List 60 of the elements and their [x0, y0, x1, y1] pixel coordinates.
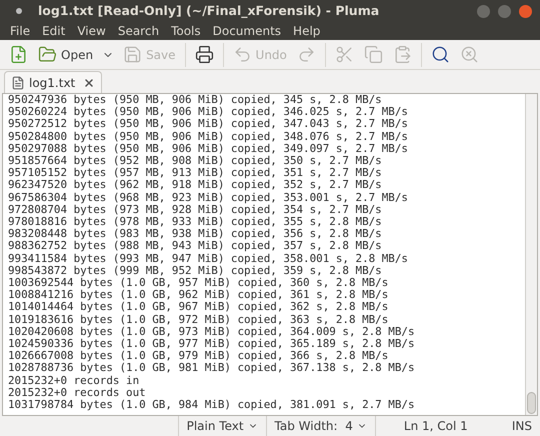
- folder-icon: [38, 45, 57, 64]
- document-icon: [11, 76, 25, 90]
- text-line: 988362752 bytes (988 MB, 943 MiB) copied, 357 s, 2.8 MB/s: [8, 240, 383, 253]
- language-selector[interactable]: Plain Text: [178, 416, 266, 436]
- undo-icon: [232, 45, 252, 64]
- new-file-icon: [9, 45, 28, 64]
- close-icon[interactable]: [83, 76, 96, 88]
- text-line: 1003692544 bytes (1.0 GB, 957 MiB) copied, 360 s, 2.8 MB/s: [8, 277, 390, 290]
- text-line: 972808704 bytes (973 MB, 928 MiB) copied, 354 s, 2.7 MB/s: [8, 204, 383, 216]
- text-line: 967586304 bytes (968 MB, 923 MiB) copied, 353.001 s, 2.7 MB/s: [8, 192, 409, 204]
- maximize-button[interactable]: [498, 4, 511, 18]
- text-line: 998543872 bytes (999 MB, 952 MiB) copied, 359 s, 2.8 MB/s: [8, 264, 383, 278]
- menu-item[interactable]: View: [71, 22, 112, 40]
- text-line: 962347520 bytes (962 MB, 918 MiB) copied, 352 s, 2.7 MB/s: [8, 179, 383, 192]
- menu-item[interactable]: Edit: [36, 22, 72, 40]
- paste-icon: [392, 45, 412, 64]
- text-line: 950297088 bytes (950 MB, 906 MiB) copied, 349.097 s, 2.7 MB/s: [8, 142, 409, 156]
- text-line: 993411584 bytes (993 MB, 947 MiB) copied, 358.001 s, 2.8 MB/s: [8, 252, 409, 265]
- printer-icon: [194, 45, 214, 64]
- text-line: 1026667008 bytes (1.0 GB, 979 MiB) copied, 366 s, 2.8 MB/s: [8, 350, 390, 362]
- text-line: 978018816 bytes (978 MB, 933 MiB) copied, 355 s, 2.8 MB/s: [8, 216, 383, 228]
- text-line: 950260224 bytes (950 MB, 906 MiB) copied, 346.025 s, 2.7 MB/s: [8, 106, 409, 118]
- menu-item[interactable]: Search: [112, 22, 166, 40]
- save-icon: [123, 45, 142, 64]
- text-line: 1024590336 bytes (1.0 GB, 977 MiB) copied, 365.189 s, 2.8 MB/s: [8, 338, 416, 350]
- text-line: 950284800 bytes (950 MB, 906 MiB) copied, 348.076 s, 2.7 MB/s: [8, 130, 409, 143]
- text-line: 1014014464 bytes (1.0 GB, 967 MiB) copied, 362 s, 2.8 MB/s: [8, 301, 390, 314]
- insert-mode: INS: [510, 418, 533, 435]
- text-line: 1008841216 bytes (1.0 GB, 962 MiB) copied, 361 s, 2.8 MB/s: [8, 289, 390, 302]
- document-tab[interactable]: log1.txt: [4, 71, 102, 93]
- text-line: 950272512 bytes (950 MB, 906 MiB) copied, 347.043 s, 2.7 MB/s: [8, 118, 409, 131]
- close-button[interactable]: [519, 4, 532, 18]
- text-line: 950247936 bytes (950 MB, 906 MiB) copied, 345 s, 2.8 MB/s: [8, 94, 383, 106]
- redo-icon: [296, 45, 316, 64]
- open-button[interactable]: Open: [33, 41, 98, 68]
- cursor-position: Ln 1, Col 1: [402, 418, 469, 435]
- scrollbar[interactable]: [525, 94, 537, 415]
- text-line: 957105152 bytes (957 MB, 913 MiB) copied, 351 s, 2.7 MB/s: [8, 167, 383, 180]
- search-clear-icon: [460, 45, 479, 64]
- minimize-button[interactable]: [477, 4, 490, 18]
- tab-width-selector[interactable]: Tab Width: 4: [266, 416, 376, 436]
- text-line: 951857664 bytes (952 MB, 908 MiB) copied, 350 s, 2.7 MB/s: [8, 155, 383, 168]
- menu-item[interactable]: File: [4, 22, 36, 40]
- scrollbar-thumb[interactable]: [527, 392, 536, 414]
- menu-item[interactable]: Documents: [206, 22, 288, 40]
- scissors-icon: [334, 45, 354, 64]
- menu-item[interactable]: Tools: [165, 22, 207, 40]
- copy-icon: [364, 45, 383, 64]
- text-line: 1031798784 bytes (1.0 GB, 984 MiB) copied, 381.091 s, 2.7 MB/s: [8, 399, 416, 412]
- search-icon: [430, 45, 450, 64]
- text-line: 1028788736 bytes (1.0 GB, 981 MiB) copied, 367.138 s, 2.8 MB/s: [8, 362, 416, 375]
- window-menu-icon[interactable]: [16, 8, 22, 14]
- text-line: 1020420608 bytes (1.0 GB, 973 MiB) copied, 364.009 s, 2.8 MB/s: [8, 326, 416, 338]
- text-line: 2015232+0 records out: [8, 386, 147, 400]
- text-line: 1019183616 bytes (1.0 GB, 972 MiB) copied, 363 s, 2.8 MB/s: [8, 314, 390, 326]
- text-line: 983208448 bytes (983 MB, 938 MiB) copied, 356 s, 2.8 MB/s: [8, 228, 383, 240]
- menu-item[interactable]: Help: [287, 22, 326, 40]
- text-area[interactable]: [2, 93, 538, 416]
- text-line: 2015232+0 records in: [8, 374, 140, 387]
- window-title: log1.txt [Read-Only] (~/Final_xForensik) - Pluma: [38, 2, 380, 20]
